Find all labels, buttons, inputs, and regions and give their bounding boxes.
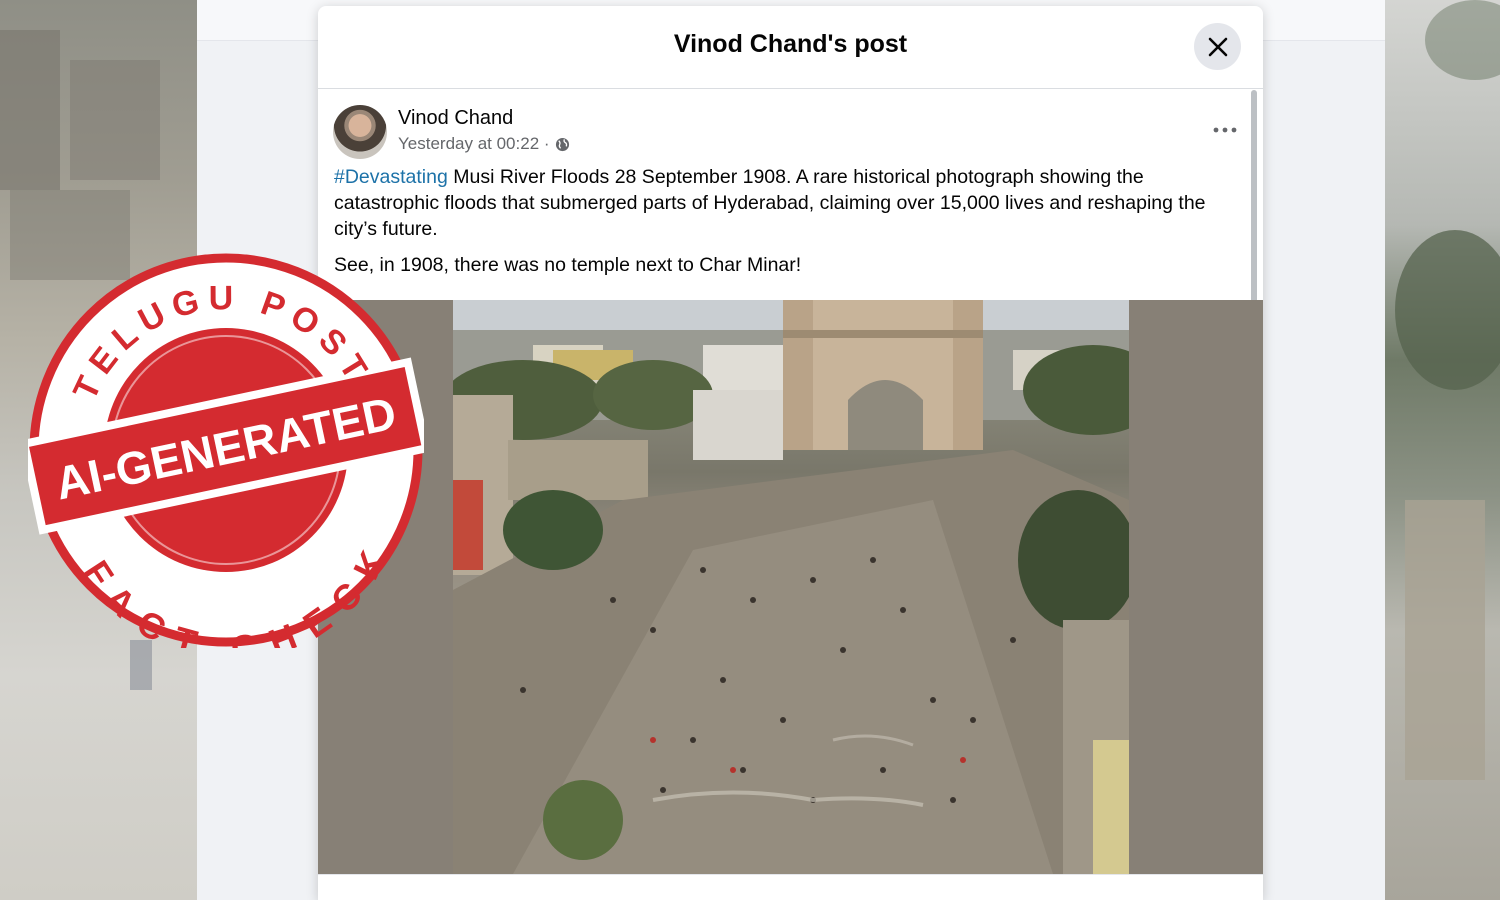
post-header: Vinod Chand Yesterday at 00:22 ·: [318, 89, 1263, 164]
comment-bar: [318, 874, 1263, 900]
avatar[interactable]: [333, 105, 387, 159]
background-photo-right: [1385, 0, 1500, 900]
more-options-icon: [1213, 127, 1237, 133]
close-icon: [1208, 37, 1227, 56]
post-text-1: Musi River Floods 28 September 1908. A r…: [334, 166, 1206, 240]
post-modal: Vinod Chand's post Vinod Chand Yesterday…: [318, 6, 1263, 900]
close-button[interactable]: [1194, 23, 1241, 70]
post-meta: Yesterday at 00:22 ·: [398, 134, 570, 154]
flood-photo-illustration: [453, 300, 1129, 874]
post-photo[interactable]: [453, 300, 1129, 874]
modal-header: Vinod Chand's post: [318, 6, 1263, 89]
fact-check-stamp: AI-GENERATED TELUGU POST FACT CHECK: [19, 252, 431, 669]
post-paragraph-1: #Devastating Musi River Floods 28 Septem…: [334, 164, 1247, 242]
modal-title: Vinod Chand's post: [673, 30, 908, 58]
more-options-button[interactable]: [1213, 113, 1237, 139]
post-paragraph-2: See, in 1908, there was no temple next t…: [334, 254, 802, 276]
stamp-graphic: AI-GENERATED TELUGU POST FACT CHECK: [19, 253, 431, 669]
globe-icon: [555, 137, 569, 151]
hashtag-link[interactable]: #Devastating: [334, 166, 448, 188]
photo-container: [318, 300, 1263, 874]
post-timestamp[interactable]: Yesterday at 00:22 ·: [398, 134, 550, 154]
post-body: #Devastating Musi River Floods 28 Septem…: [318, 164, 1263, 278]
author-name[interactable]: Vinod Chand: [398, 107, 513, 130]
